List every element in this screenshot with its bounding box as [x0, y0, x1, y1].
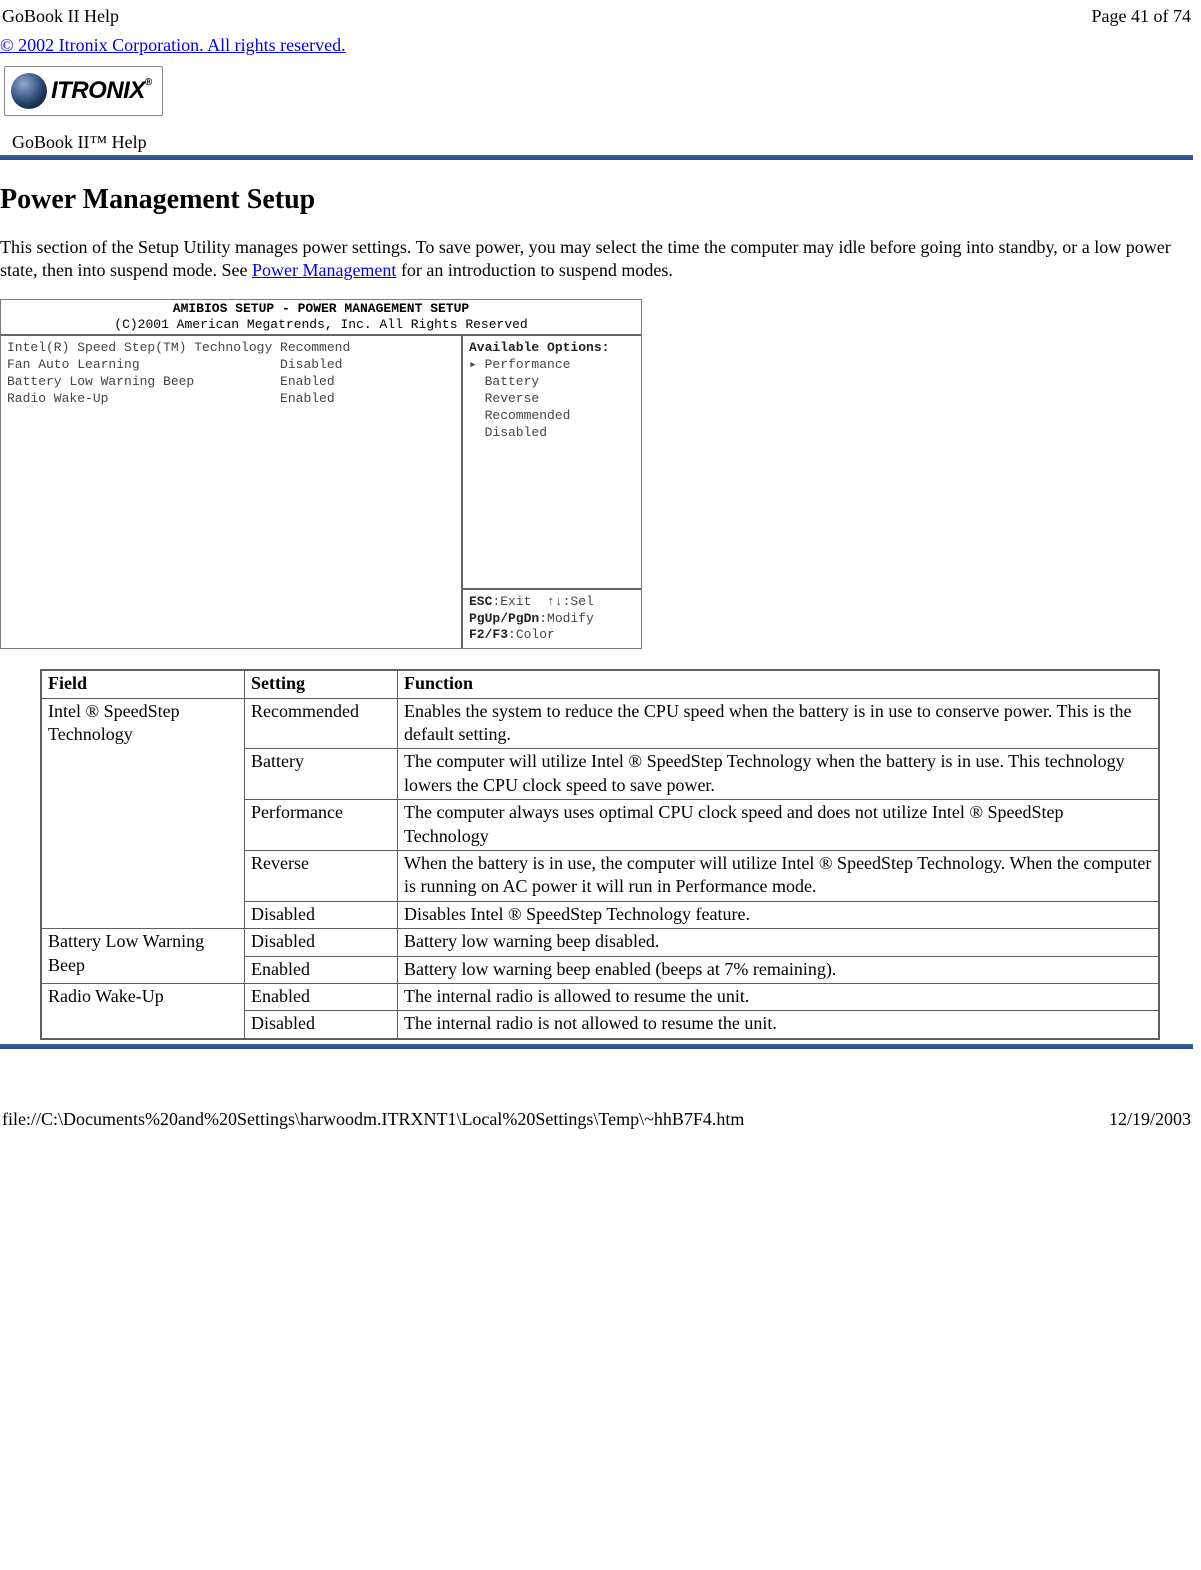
page-title: Power Management Setup	[0, 184, 1193, 216]
bios-screenshot: AMIBIOS SETUP - POWER MANAGEMENT SETUP (…	[0, 299, 642, 650]
brand-logo: ITRONIX®	[4, 66, 163, 116]
cell-function: The internal radio is not allowed to res…	[398, 1011, 1160, 1039]
separator-bar	[0, 155, 1193, 160]
cell-setting: Disabled	[245, 1011, 398, 1039]
cell-function: The internal radio is allowed to resume …	[398, 983, 1160, 1010]
cell-function: Disables Intel ® SpeedStep Technology fe…	[398, 901, 1160, 928]
cell-field: Radio Wake-Up	[41, 983, 245, 1038]
table-header-row: Field Setting Function	[41, 670, 1159, 698]
intro-paragraph: This section of the Setup Utility manage…	[0, 236, 1193, 283]
cell-setting: Reverse	[245, 851, 398, 902]
bios-title-2: (C)2001 American Megatrends, Inc. All Ri…	[1, 317, 641, 333]
settings-table: Field Setting Function Intel ® SpeedStep…	[40, 669, 1160, 1039]
cell-setting: Recommended	[245, 698, 398, 749]
footer-path: file://C:\Documents%20and%20Settings\har…	[2, 1109, 744, 1130]
bios-footer-panel: ESC:Exit ↑↓:Sel PgUp/PgDn:Modify F2/F3:C…	[463, 588, 641, 649]
cell-field: Battery Low Warning Beep	[41, 929, 245, 984]
page-header: GoBook II Help Page 41 of 74	[0, 6, 1193, 35]
legend-caption: GoBook II™ Help	[0, 122, 1193, 155]
th-field: Field	[41, 670, 245, 698]
th-function: Function	[398, 670, 1160, 698]
header-right: Page 41 of 74	[1092, 6, 1191, 27]
footer-date: 12/19/2003	[1109, 1109, 1191, 1130]
table-row: Radio Wake-UpEnabledThe internal radio i…	[41, 983, 1159, 1010]
page-footer: file://C:\Documents%20and%20Settings\har…	[0, 1049, 1193, 1140]
table-row: Intel ® SpeedStep TechnologyRecommendedE…	[41, 698, 1159, 749]
cell-function: The computer always uses optimal CPU clo…	[398, 800, 1160, 851]
power-management-link[interactable]: Power Management	[252, 260, 396, 280]
cell-function: When the battery is in use, the computer…	[398, 851, 1160, 902]
cell-field: Intel ® SpeedStep Technology	[41, 698, 245, 929]
bios-options-panel: Available Options: ▸ Performance Battery…	[463, 336, 641, 587]
cell-function: Enables the system to reduce the CPU spe…	[398, 698, 1160, 749]
globe-icon	[11, 73, 47, 109]
table-row: Battery Low Warning BeepDisabledBattery …	[41, 929, 1159, 956]
cell-setting: Performance	[245, 800, 398, 851]
cell-setting: Disabled	[245, 901, 398, 928]
cell-setting: Battery	[245, 749, 398, 800]
th-setting: Setting	[245, 670, 398, 698]
brand-text: ITRONIX®	[51, 77, 152, 105]
cell-setting: Enabled	[245, 956, 398, 983]
cell-setting: Enabled	[245, 983, 398, 1010]
cell-function: Battery low warning beep disabled.	[398, 929, 1160, 956]
cell-setting: Disabled	[245, 929, 398, 956]
copyright-link[interactable]: © 2002 Itronix Corporation. All rights r…	[0, 35, 346, 55]
bios-settings-panel: Intel(R) Speed Step(TM) Technology Recom…	[1, 336, 461, 648]
cell-function: Battery low warning beep enabled (beeps …	[398, 956, 1160, 983]
cell-function: The computer will utilize Intel ® SpeedS…	[398, 749, 1160, 800]
bios-title-1: AMIBIOS SETUP - POWER MANAGEMENT SETUP	[1, 301, 641, 317]
header-left: GoBook II Help	[2, 6, 119, 27]
